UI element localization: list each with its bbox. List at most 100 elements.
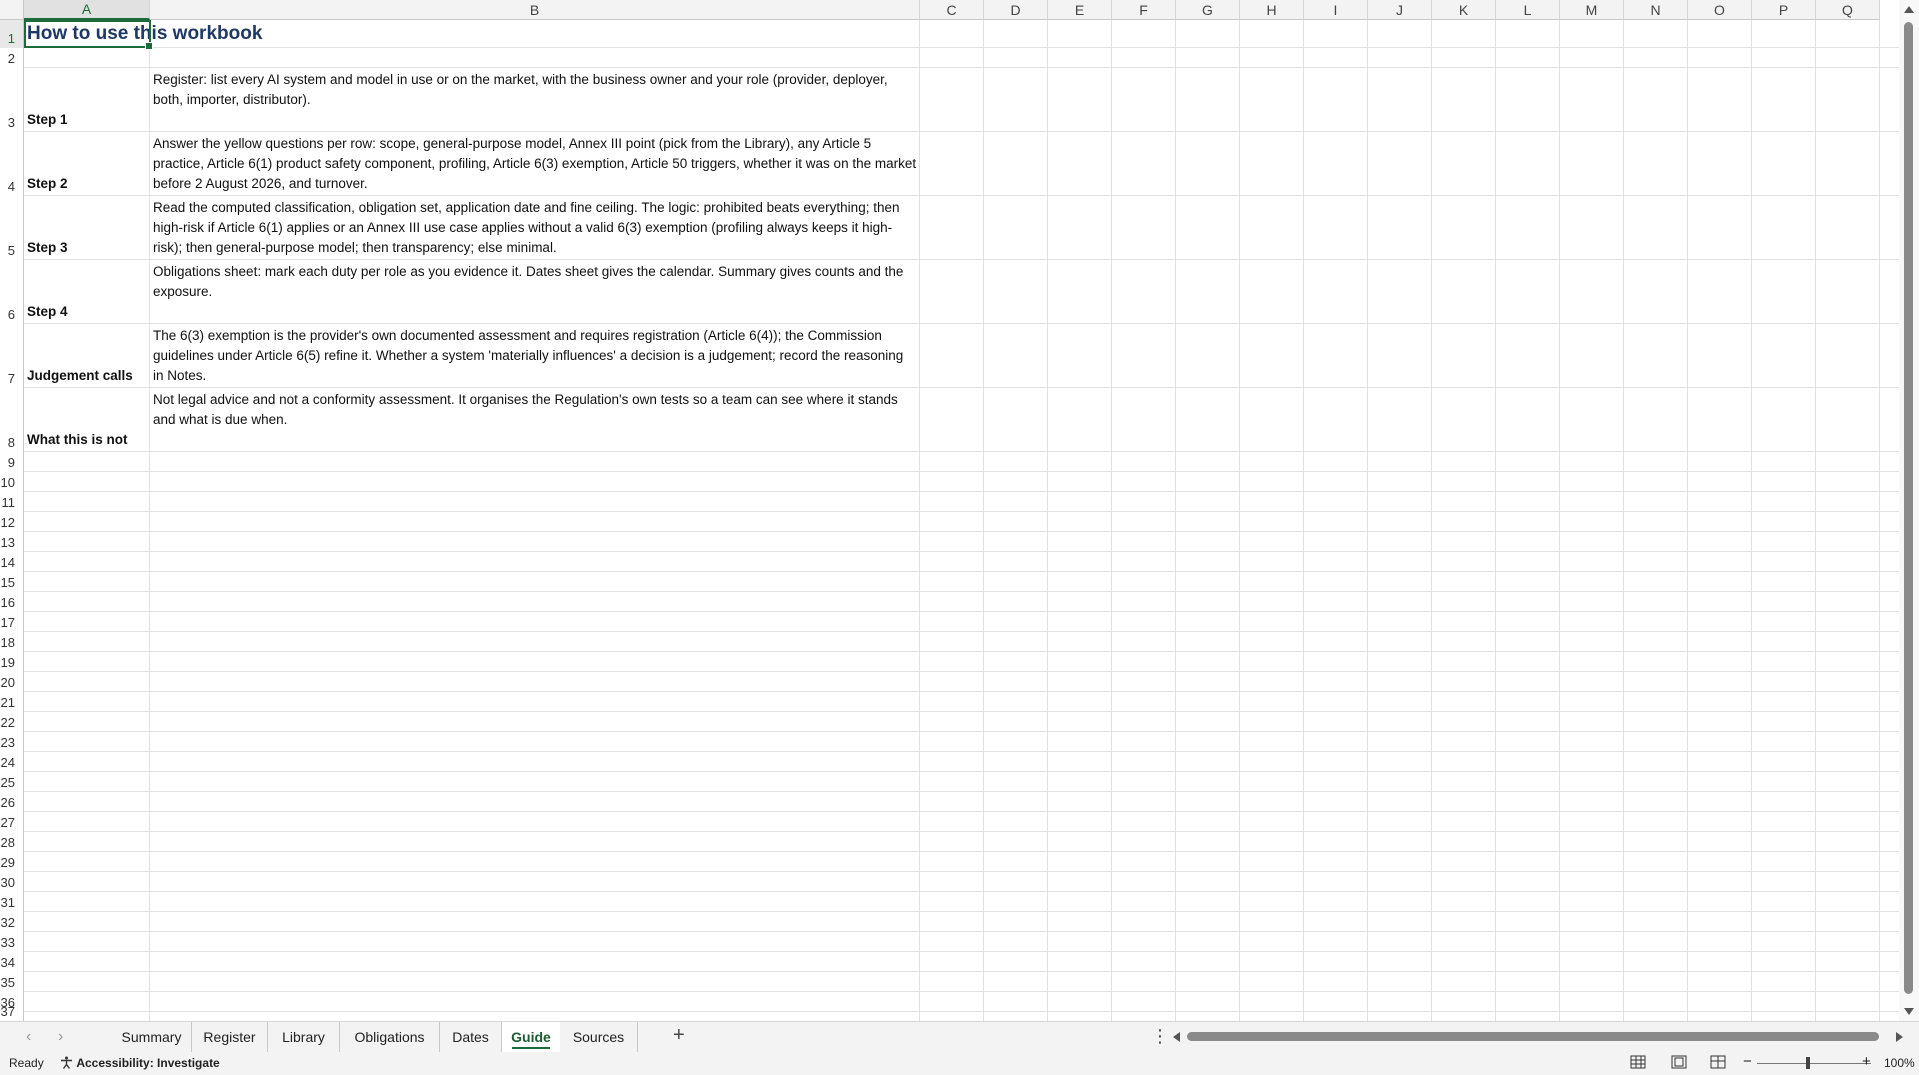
scroll-down-icon[interactable] xyxy=(1904,1008,1914,1015)
row-header-26[interactable]: 26 xyxy=(0,792,24,812)
row-header-32[interactable]: 32 xyxy=(0,912,24,932)
row-header-6[interactable]: 6 xyxy=(0,260,24,324)
row-header-9[interactable]: 9 xyxy=(0,452,24,472)
cell-a1-title[interactable]: How to use this workbook xyxy=(24,20,664,48)
row-header-18[interactable]: 18 xyxy=(0,632,24,652)
tab-register[interactable]: Register xyxy=(192,1022,268,1052)
row-header-11[interactable]: 11 xyxy=(0,492,24,512)
row-header-20[interactable]: 20 xyxy=(0,672,24,692)
select-all-corner[interactable] xyxy=(0,0,24,20)
cell-a3-label[interactable]: Step 1 xyxy=(24,68,150,132)
column-header-q[interactable]: Q xyxy=(1816,0,1880,20)
vertical-scrollbar[interactable] xyxy=(1899,0,1919,1021)
row-header-3[interactable]: 3 xyxy=(0,68,24,132)
column-header-d[interactable]: D xyxy=(984,0,1048,20)
worksheet-grid[interactable]: ABCDEFGHIJKLMNOPQ 1 2 3 4 5 6 7 8 9 10 11 12 13 14 15 1… xyxy=(0,0,1919,1021)
accessibility-status[interactable]: Accessibility: Investigate xyxy=(60,1056,220,1070)
row-header-15[interactable]: 15 xyxy=(0,572,24,592)
column-header-c[interactable]: C xyxy=(920,0,984,20)
horizontal-scrollbar[interactable] xyxy=(1173,1029,1903,1045)
column-header-b[interactable]: B xyxy=(150,0,920,20)
column-header-h[interactable]: H xyxy=(1240,0,1304,20)
row-header-12[interactable]: 12 xyxy=(0,512,24,532)
column-header-a[interactable]: A xyxy=(24,0,150,20)
column-gridline xyxy=(1111,20,1112,1021)
column-header-f[interactable]: F xyxy=(1112,0,1176,20)
row-header-1[interactable]: 1 xyxy=(0,20,24,48)
page-layout-view-icon[interactable] xyxy=(1671,1055,1687,1069)
next-sheet-icon[interactable]: › xyxy=(58,1028,63,1046)
row-header-30[interactable]: 30 xyxy=(0,872,24,892)
column-header-i[interactable]: I xyxy=(1304,0,1368,20)
scroll-right-icon[interactable] xyxy=(1896,1032,1903,1042)
cell-a7-label[interactable]: Judgement calls xyxy=(24,324,150,388)
row-header-21[interactable]: 21 xyxy=(0,692,24,712)
cell-a6-label[interactable]: Step 4 xyxy=(24,260,150,324)
column-header-m[interactable]: M xyxy=(1560,0,1624,20)
row-header-24[interactable]: 24 xyxy=(0,752,24,772)
row-header-19[interactable]: 19 xyxy=(0,652,24,672)
column-header-n[interactable]: N xyxy=(1624,0,1688,20)
row-header-34[interactable]: 34 xyxy=(0,952,24,972)
row-header-33[interactable]: 33 xyxy=(0,932,24,952)
row-header-25[interactable]: 25 xyxy=(0,772,24,792)
cell-a4-label[interactable]: Step 2 xyxy=(24,132,150,196)
row-header-16[interactable]: 16 xyxy=(0,592,24,612)
tab-sources[interactable]: Sources xyxy=(560,1022,638,1052)
zoom-in-button[interactable]: + xyxy=(1862,1053,1871,1070)
row-gridline xyxy=(24,571,1899,572)
zoom-slider-thumb[interactable] xyxy=(1806,1057,1810,1069)
more-options-icon[interactable]: ⋮ xyxy=(1151,1026,1169,1047)
scroll-left-icon[interactable] xyxy=(1173,1032,1180,1042)
row-header-4[interactable]: 4 xyxy=(0,132,24,196)
column-header-o[interactable]: O xyxy=(1688,0,1752,20)
row-header-27[interactable]: 27 xyxy=(0,812,24,832)
cell-b6-text[interactable]: Obligations sheet: mark each duty per ro… xyxy=(150,260,920,324)
cell-b3-text[interactable]: Register: list every AI system and model… xyxy=(150,68,920,132)
row-header-31[interactable]: 31 xyxy=(0,892,24,912)
row-header-22[interactable]: 22 xyxy=(0,712,24,732)
zoom-out-button[interactable]: − xyxy=(1743,1053,1752,1070)
column-gridline xyxy=(1175,20,1176,1021)
cell-b7-text[interactable]: The 6(3) exemption is the provider's own… xyxy=(150,324,920,388)
cell-b8-text[interactable]: Not legal advice and not a conformity as… xyxy=(150,388,920,452)
cell-b5-text[interactable]: Read the computed classification, obliga… xyxy=(150,196,920,260)
column-header-e[interactable]: E xyxy=(1048,0,1112,20)
zoom-slider[interactable] xyxy=(1757,1063,1871,1064)
column-header-k[interactable]: K xyxy=(1432,0,1496,20)
row-header-14[interactable]: 14 xyxy=(0,552,24,572)
row-header-8[interactable]: 8 xyxy=(0,388,24,452)
cell-a8-label[interactable]: What this is not xyxy=(24,388,150,452)
row-header-29[interactable]: 29 xyxy=(0,852,24,872)
row-header-35[interactable]: 35 xyxy=(0,972,24,992)
column-header-l[interactable]: L xyxy=(1496,0,1560,20)
tab-summary[interactable]: Summary xyxy=(112,1022,192,1052)
scroll-up-icon[interactable] xyxy=(1904,6,1914,13)
row-header-13[interactable]: 13 xyxy=(0,532,24,552)
vertical-scroll-thumb[interactable] xyxy=(1904,22,1913,994)
tab-library[interactable]: Library xyxy=(268,1022,340,1052)
normal-view-icon[interactable] xyxy=(1630,1055,1646,1069)
tab-dates[interactable]: Dates xyxy=(440,1022,502,1052)
tab-guide[interactable]: Guide xyxy=(502,1022,560,1052)
row-header-23[interactable]: 23 xyxy=(0,732,24,752)
tab-obligations[interactable]: Obligations xyxy=(340,1022,440,1052)
page-break-preview-icon[interactable] xyxy=(1710,1055,1726,1069)
row-header-5[interactable]: 5 xyxy=(0,196,24,260)
row-header-37[interactable]: 37 xyxy=(0,1004,24,1021)
previous-sheet-icon[interactable]: ‹ xyxy=(26,1028,31,1046)
add-sheet-icon[interactable]: + xyxy=(673,1024,685,1047)
cell-a5-label[interactable]: Step 3 xyxy=(24,196,150,260)
row-header-7[interactable]: 7 xyxy=(0,324,24,388)
row-header-10[interactable]: 10 xyxy=(0,472,24,492)
cell-b4-text[interactable]: Answer the yellow questions per row: sco… xyxy=(150,132,920,196)
zoom-level[interactable]: 100% xyxy=(1884,1056,1915,1070)
column-header-p[interactable]: P xyxy=(1752,0,1816,20)
column-gridline xyxy=(1495,20,1496,1021)
column-header-j[interactable]: J xyxy=(1368,0,1432,20)
horizontal-scroll-thumb[interactable] xyxy=(1187,1032,1879,1041)
row-header-2[interactable]: 2 xyxy=(0,48,24,68)
column-header-g[interactable]: G xyxy=(1176,0,1240,20)
row-header-17[interactable]: 17 xyxy=(0,612,24,632)
row-header-28[interactable]: 28 xyxy=(0,832,24,852)
